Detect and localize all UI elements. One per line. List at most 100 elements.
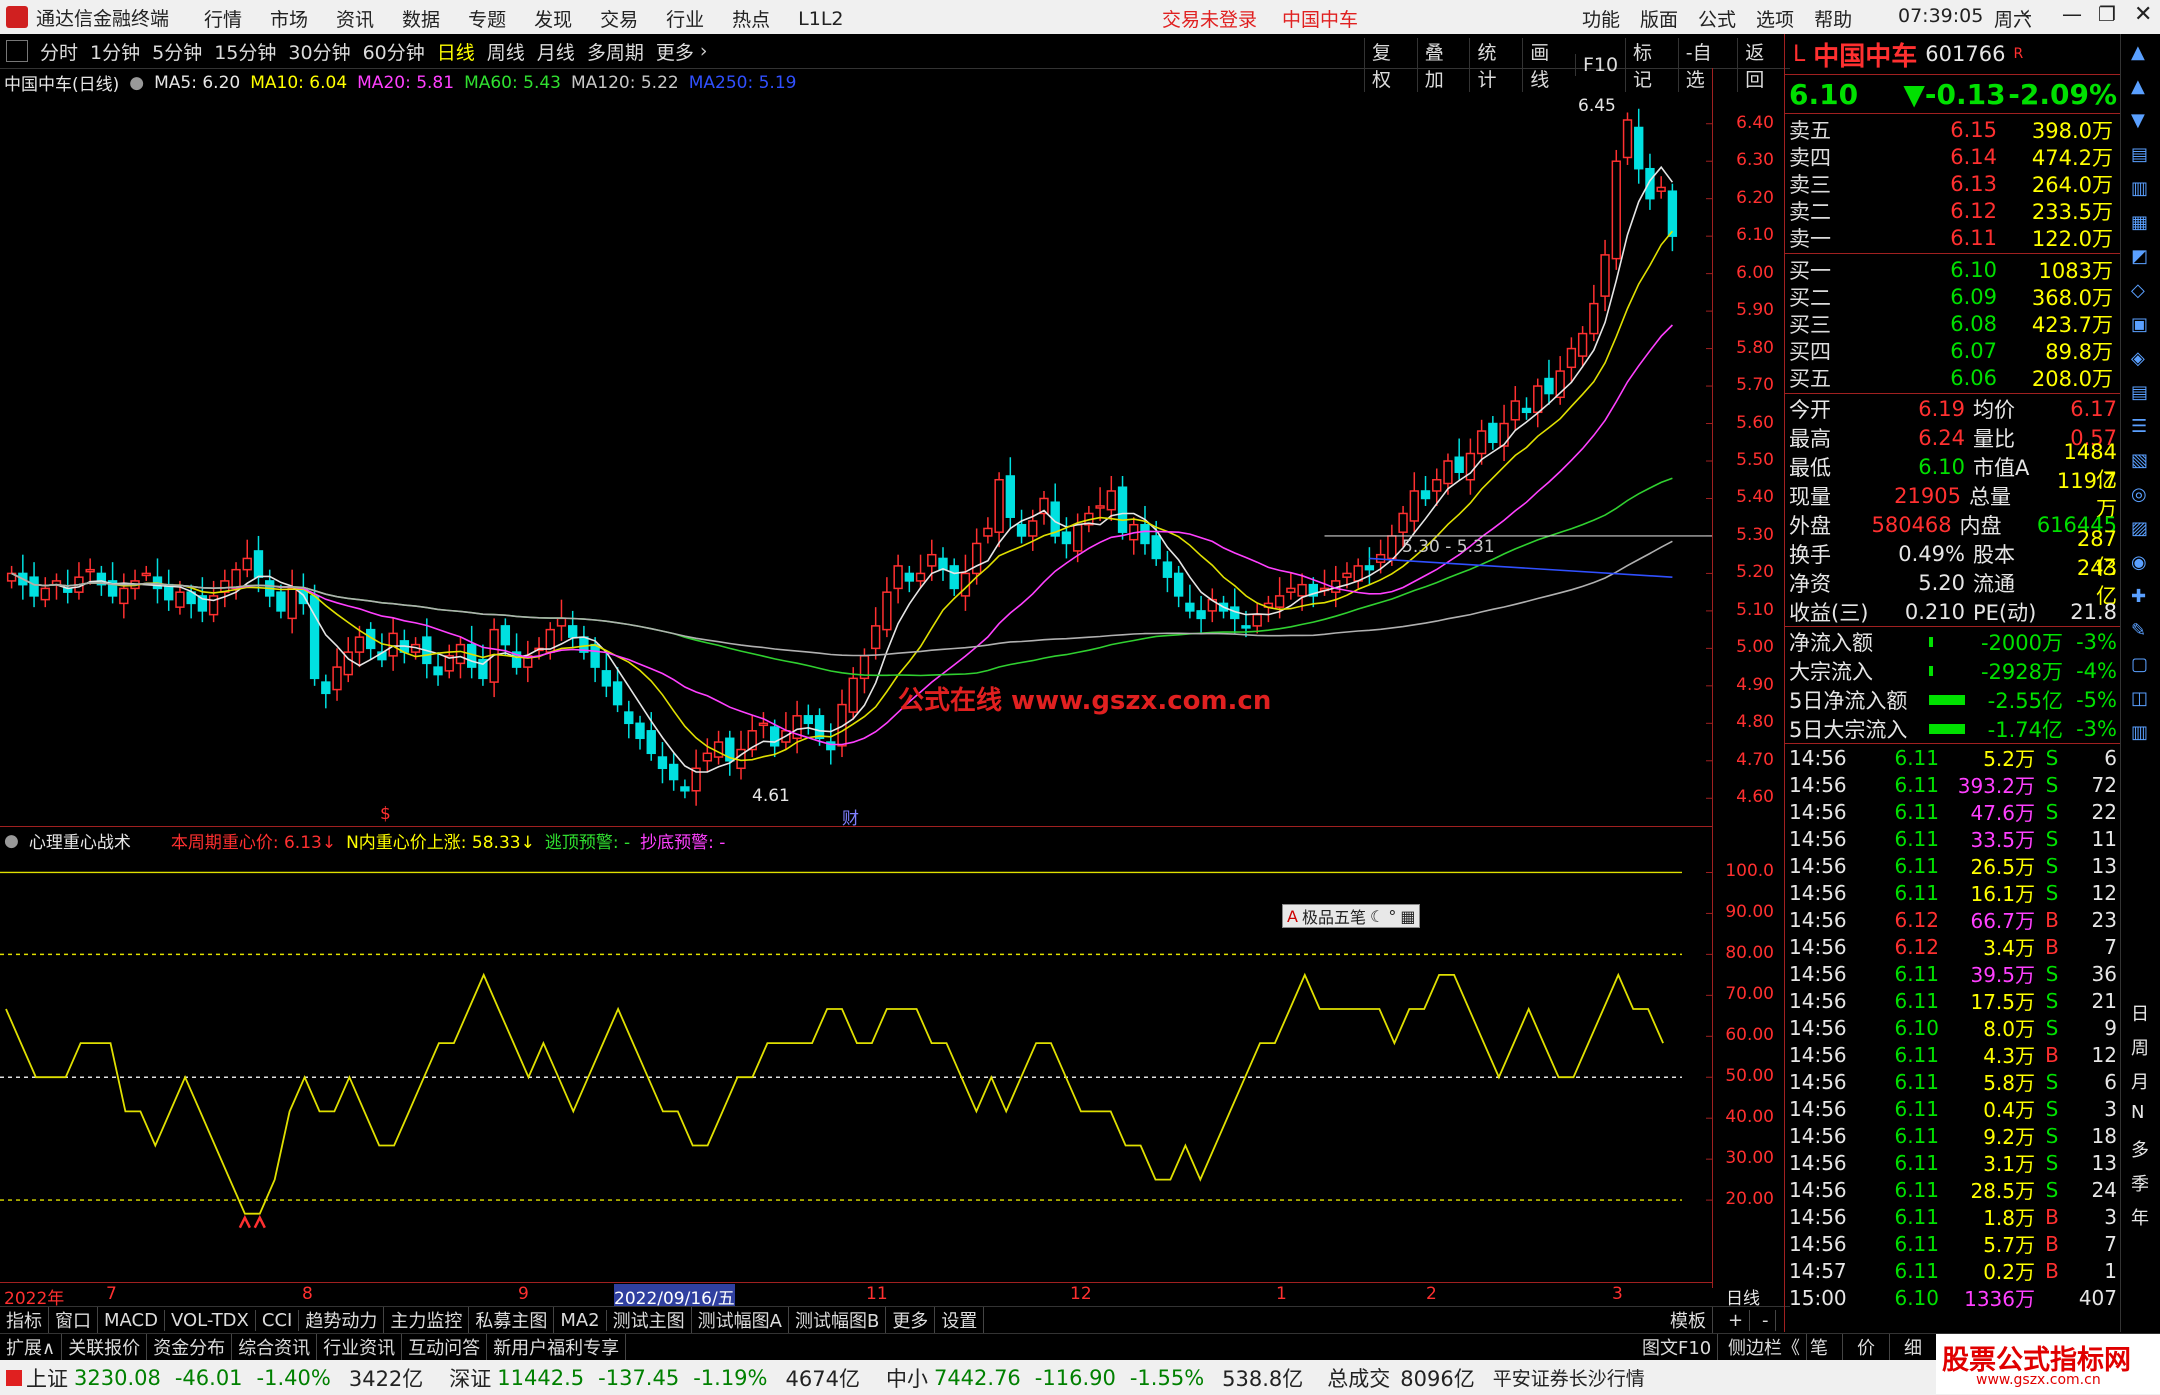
tab-test-main[interactable]: 测试主图 (607, 1307, 692, 1333)
tab-detail[interactable]: 细 (1890, 1334, 1937, 1360)
tab-related[interactable]: 关联报价 (62, 1334, 148, 1360)
period-intraday[interactable]: 分时 (34, 38, 84, 65)
bid-row[interactable]: 买五 6.06 208.0万 (1789, 364, 2117, 391)
menu-item[interactable]: 发现 (534, 5, 572, 32)
menu-item[interactable]: 公式 (1698, 5, 1736, 32)
tool-overlay[interactable]: 叠加 (1416, 38, 1470, 92)
menu-item[interactable]: 专题 (468, 5, 506, 32)
tab-test-a[interactable]: 测试幅图A (692, 1307, 789, 1333)
period-side-button[interactable]: 年 (2131, 1204, 2149, 1230)
tab-settings[interactable]: 设置 (935, 1307, 985, 1333)
settings-icon[interactable]: ● (4, 831, 19, 851)
menu-item[interactable]: 选项 (1756, 5, 1794, 32)
tab-expand[interactable]: 扩展∧ (0, 1334, 63, 1360)
period-monthly[interactable]: 月线 (531, 38, 581, 65)
grid-icon[interactable]: ▥ (2131, 178, 2148, 199)
remove-button[interactable]: - (1756, 1309, 1776, 1331)
add-button[interactable]: + (1722, 1309, 1751, 1331)
ime-toolbar[interactable]: A 极品五笔 ☾ ° ▦ (1282, 904, 1421, 928)
period-1min[interactable]: 1分钟 (84, 38, 146, 65)
punct-icon[interactable]: ° (1388, 907, 1396, 926)
tab-ma2[interactable]: MA2 (554, 1309, 607, 1331)
menu-item[interactable]: 市场 (270, 5, 308, 32)
tab-test-b[interactable]: 测试幅图B (789, 1307, 887, 1333)
ask-row[interactable]: 卖五 6.15 398.0万 (1789, 116, 2117, 143)
restore-icon[interactable]: ❐ (2098, 2, 2116, 26)
close-icon[interactable]: ✕ (2134, 2, 2152, 27)
menu-icon[interactable]: ☰ (2131, 416, 2147, 437)
period-multi[interactable]: 多周期 (581, 38, 650, 65)
period-15min[interactable]: 15分钟 (208, 38, 282, 65)
ask-row[interactable]: 卖二 6.12 233.5万 (1789, 197, 2117, 224)
pattern-icon[interactable]: ▨ (2131, 518, 2148, 539)
tick-list[interactable]: 14:56 6.11 5.2万 S 6 14:56 6.11 393.2万 S 72 14:56 6.… (1785, 744, 2121, 1312)
ask-row[interactable]: 卖四 6.14 474.2万 (1789, 143, 2117, 170)
period-more[interactable]: 更多 (650, 38, 700, 65)
menu-item[interactable]: 资讯 (336, 5, 374, 32)
period-side-button[interactable]: N (2131, 1102, 2144, 1123)
frame-icon[interactable]: ▢ (2131, 654, 2148, 675)
menu-item[interactable]: 帮助 (1814, 5, 1852, 32)
tab-newuser[interactable]: 新用户福利专享 (487, 1334, 627, 1360)
target-icon[interactable]: ◎ (2131, 484, 2147, 505)
tab-macd[interactable]: MACD (98, 1309, 165, 1331)
tab-indicator[interactable]: 指标 (0, 1307, 49, 1333)
tab-private[interactable]: 私募主图 (469, 1307, 555, 1333)
tab-main-monitor[interactable]: 主力监控 (384, 1307, 470, 1333)
menu-item[interactable]: 数据 (402, 5, 440, 32)
menu-item[interactable]: 功能 (1582, 5, 1620, 32)
tab-trend[interactable]: 趋势动力 (299, 1307, 385, 1333)
menu-item[interactable]: 交易 (600, 5, 638, 32)
tool-adjust[interactable]: 复权 (1364, 38, 1417, 92)
tool-back[interactable]: 返回 (1737, 38, 1790, 92)
up-icon[interactable]: ▲ (2131, 42, 2145, 63)
tab-f10-graphic[interactable]: 图文F10 (1636, 1334, 1719, 1360)
bid-row[interactable]: 买三 6.08 423.7万 (1789, 310, 2117, 337)
zx-name[interactable]: 中小 (886, 1363, 928, 1393)
menu-item[interactable]: 行情 (204, 5, 242, 32)
table-icon[interactable]: ▦ (2131, 212, 2148, 233)
sz-name[interactable]: 深证 (449, 1363, 491, 1393)
settings-icon[interactable]: ● (129, 73, 144, 93)
ask-row[interactable]: 卖三 6.13 264.0万 (1789, 170, 2117, 197)
pen-icon[interactable]: ✎ (2131, 620, 2146, 641)
list-icon[interactable]: ▤ (2131, 144, 2148, 165)
bid-row[interactable]: 买四 6.07 89.8万 (1789, 337, 2117, 364)
login-status[interactable]: 交易未登录 (1162, 5, 1257, 32)
keyboard-icon[interactable]: ▦ (1400, 907, 1415, 926)
tab-sidebar[interactable]: 侧边栏《 (1722, 1334, 1807, 1360)
doc-icon[interactable]: ▤ (2131, 382, 2148, 403)
tool-watchlist[interactable]: -自选 (1677, 38, 1738, 92)
menu-item[interactable]: L1L2 (798, 8, 843, 30)
moon-icon[interactable]: ☾ (1370, 907, 1384, 926)
tool-draw[interactable]: 画线 (1522, 38, 1575, 92)
menu-item[interactable]: 热点 (732, 5, 770, 32)
period-side-button[interactable]: 多 (2131, 1136, 2149, 1162)
page-up-icon[interactable]: ▲ (2131, 76, 2145, 97)
tool-f10[interactable]: F10 (1574, 54, 1625, 76)
sh-name[interactable]: 上证 (26, 1363, 68, 1393)
period-5min[interactable]: 5分钟 (146, 38, 208, 65)
period-side-button[interactable]: 季 (2131, 1170, 2149, 1196)
period-side-button[interactable]: 周 (2131, 1034, 2149, 1060)
move-icon[interactable]: ✚ (2131, 586, 2146, 607)
tab-fund-dist[interactable]: 资金分布 (147, 1334, 233, 1360)
minimize-icon[interactable]: — (2062, 2, 2082, 26)
period-30min[interactable]: 30分钟 (282, 38, 356, 65)
period-weekly[interactable]: 周线 (481, 38, 531, 65)
period-side-button[interactable]: 月 (2131, 1068, 2149, 1094)
candlestick-chart[interactable] (0, 95, 1712, 827)
tab-qa[interactable]: 互动问答 (402, 1334, 488, 1360)
chart-icon[interactable]: ◩ (2131, 246, 2148, 267)
back-icon[interactable]: ‹ (2022, 2, 2031, 27)
radio-icon[interactable]: ◉ (2131, 552, 2147, 573)
diamond-icon[interactable]: ◇ (2131, 280, 2145, 301)
menu-item[interactable]: 行业 (666, 5, 704, 32)
tab-industry-news[interactable]: 行业资讯 (317, 1334, 403, 1360)
stripe-icon[interactable]: ▧ (2131, 450, 2148, 471)
tool-stats[interactable]: 统计 (1469, 38, 1522, 92)
tool-mark[interactable]: 标记 (1625, 38, 1678, 92)
period-side-button[interactable]: 日 (2131, 1000, 2149, 1026)
tab-news[interactable]: 综合资讯 (232, 1334, 318, 1360)
chevron-right-icon[interactable]: › (700, 40, 708, 62)
